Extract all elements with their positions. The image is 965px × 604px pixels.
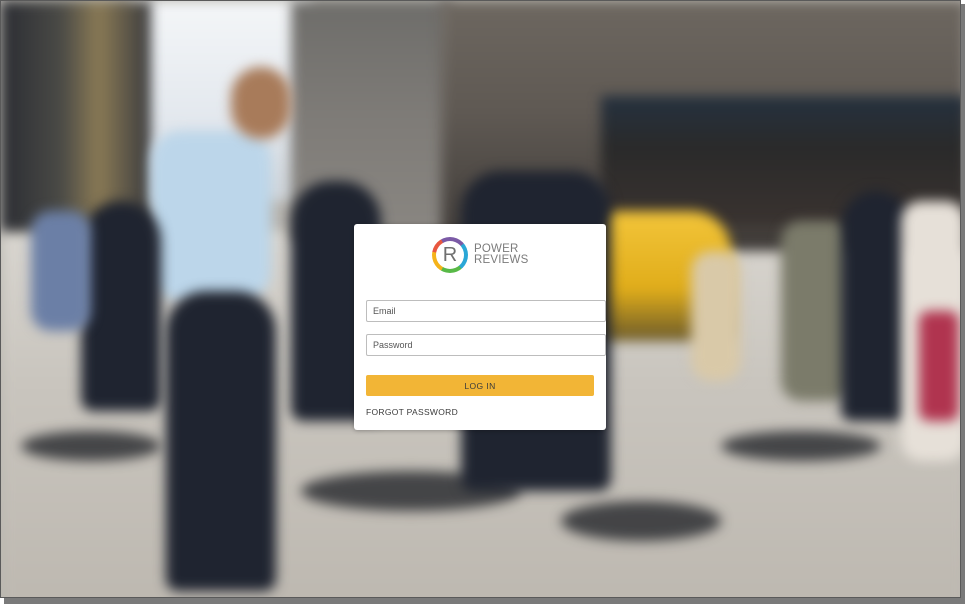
- password-input[interactable]: [366, 334, 606, 356]
- pedestrian-figure: [166, 291, 276, 591]
- email-input[interactable]: [366, 300, 606, 322]
- power-reviews-logo: R POWER REVIEWS: [432, 236, 528, 274]
- window-shadow-right: [961, 4, 965, 602]
- pedestrian-shadow: [561, 501, 721, 541]
- logo-wordmark: POWER REVIEWS: [474, 243, 529, 266]
- login-card: R POWER REVIEWS LOG IN FORGOT PASSWORD: [354, 224, 606, 430]
- building-left: [1, 1, 151, 231]
- pedestrian-shadow: [21, 431, 161, 461]
- logo-word-reviews: REVIEWS: [474, 254, 529, 266]
- pedestrian-figure: [81, 201, 161, 411]
- pedestrian-skirt: [919, 311, 959, 421]
- pedestrian-shirt: [151, 131, 271, 301]
- forgot-password-link[interactable]: FORGOT PASSWORD: [366, 407, 458, 417]
- login-screen: R POWER REVIEWS LOG IN FORGOT PASSWORD: [0, 0, 961, 598]
- log-in-button[interactable]: LOG IN: [366, 375, 594, 396]
- logo-letter: R: [442, 243, 458, 266]
- pedestrian-head: [231, 67, 291, 139]
- pedestrian-figure: [691, 251, 741, 381]
- window-shadow-bottom: [4, 598, 965, 604]
- power-reviews-logo-icon: R: [432, 237, 468, 273]
- pedestrian-figure: [31, 211, 91, 331]
- pedestrian-shadow: [721, 431, 881, 461]
